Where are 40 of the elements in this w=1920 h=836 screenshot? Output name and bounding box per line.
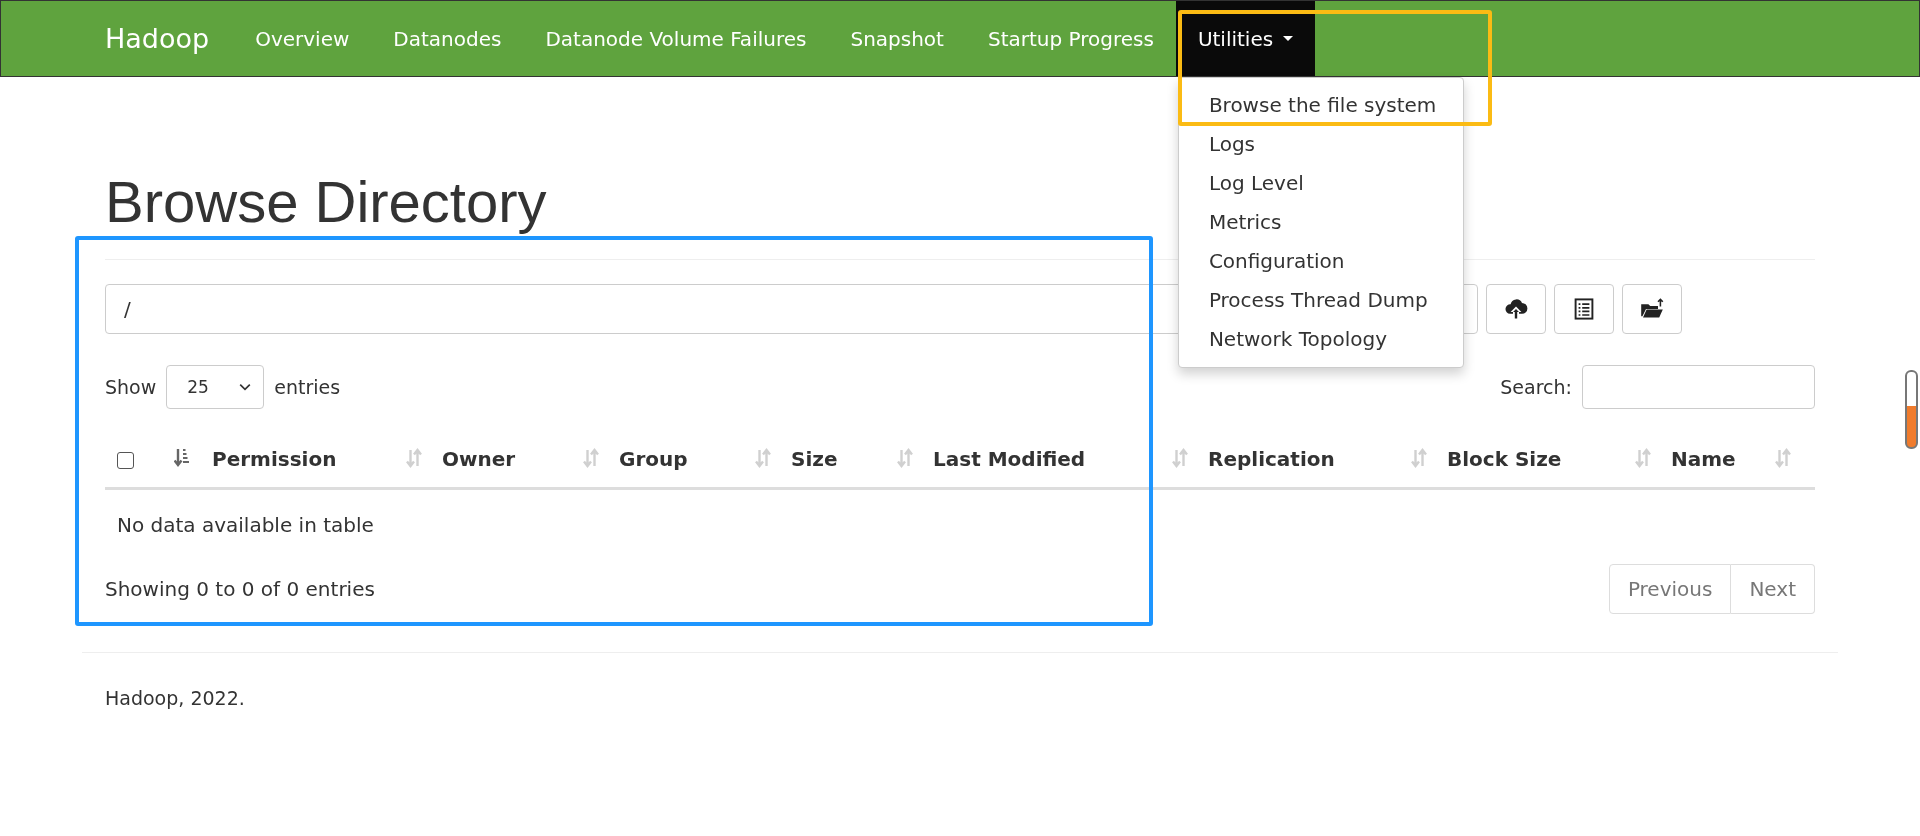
sort-descending-icon[interactable] [174,448,190,468]
column-header[interactable]: Replication [1208,447,1335,471]
table-info: Showing 0 to 0 of 0 entries [105,577,375,601]
entries-select[interactable]: 25 [166,365,265,409]
sort-icon[interactable] [1635,448,1651,468]
cloud-upload-icon [1504,297,1528,321]
sort-icon[interactable] [897,448,913,468]
chevron-down-icon [239,383,252,391]
search-label: Search: [1500,376,1572,398]
column-header[interactable]: Last Modified [933,447,1086,471]
sort-icon[interactable] [406,448,422,468]
column-header[interactable]: Size [791,447,838,471]
list-icon [1572,297,1596,321]
list-button[interactable] [1554,284,1614,334]
menu-item[interactable]: Log Level [1178,164,1463,203]
show-label: Show [105,376,157,398]
menu-item[interactable]: Configuration [1178,242,1463,281]
page-title: Browse Directory [105,168,547,236]
menu-item[interactable]: Metrics [1178,203,1463,242]
scrollbar[interactable] [1905,370,1918,449]
sort-icon[interactable] [1775,448,1791,468]
menu-item[interactable]: Logs [1178,125,1463,164]
search-field[interactable] [1582,365,1815,409]
select-all-checkbox[interactable] [117,452,134,469]
column-header[interactable]: Owner [442,447,516,471]
folder-upload-button[interactable] [1622,284,1682,334]
sort-icon[interactable] [583,448,599,468]
column-header[interactable]: Block Size [1447,447,1562,471]
menu-item[interactable]: Browse the file system [1178,86,1463,125]
entries-label: entries [274,376,341,398]
empty-table-message: No data available in table [105,488,1799,546]
sort-icon[interactable] [1411,448,1427,468]
column-header[interactable]: Permission [212,447,337,471]
column-header[interactable]: Name [1671,447,1736,471]
menu-item[interactable]: Process Thread Dump [1178,281,1463,320]
footer-text: Hadoop, 2022. [104,686,246,709]
sort-icon[interactable] [1172,448,1188,468]
column-header[interactable]: Group [619,447,688,471]
sort-icon[interactable] [755,448,771,468]
cloud-upload-button[interactable] [1486,284,1546,334]
